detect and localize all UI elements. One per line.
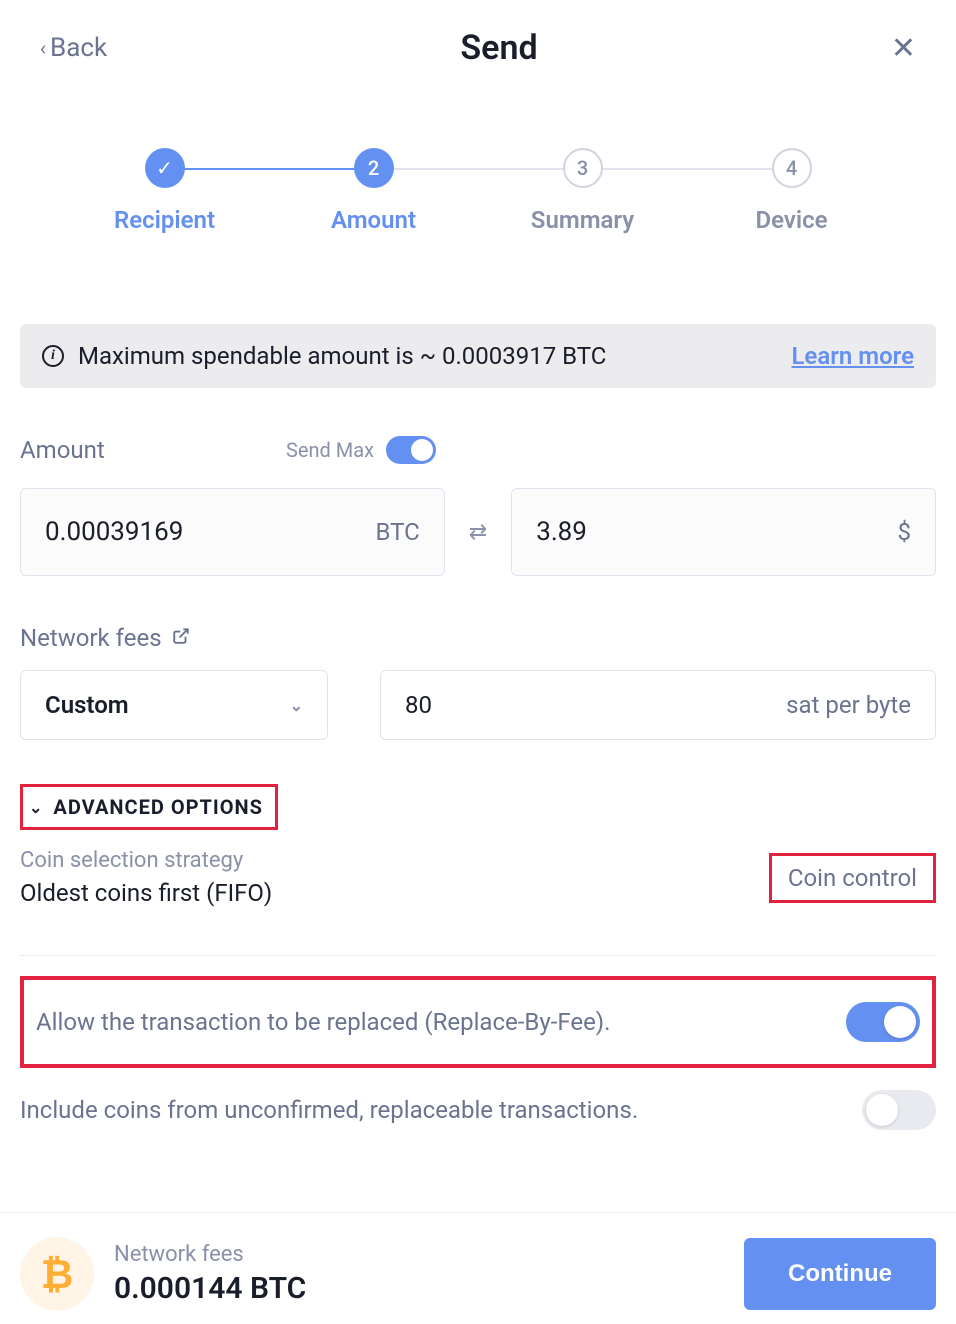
swap-icon[interactable]: ⇄ (469, 520, 487, 545)
close-button[interactable]: ✕ (891, 31, 916, 66)
footer-fees-value: 0.000144 BTC (114, 1271, 306, 1306)
step-amount[interactable]: 2 Amount (269, 148, 478, 234)
back-button[interactable]: ‹ Back (40, 33, 107, 63)
advanced-options-label: ADVANCED OPTIONS (53, 795, 263, 819)
step-line (583, 168, 792, 170)
coin-strategy-label: Coin selection strategy (20, 848, 272, 873)
unconfirmed-option-row: Include coins from unconfirmed, replacea… (20, 1068, 936, 1152)
step-circle: 3 (563, 148, 603, 188)
step-circle: 4 (772, 148, 812, 188)
network-fees-label: Network fees (20, 624, 162, 652)
back-label: Back (50, 33, 107, 63)
fee-rate-input[interactable]: 80 sat per byte (380, 670, 936, 740)
unconfirmed-label: Include coins from unconfirmed, replacea… (20, 1096, 638, 1124)
fee-preset-select[interactable]: Custom ⌄ (20, 670, 328, 740)
bitcoin-icon: ₿ (20, 1237, 94, 1311)
divider (20, 955, 936, 956)
chevron-left-icon: ‹ (40, 36, 46, 60)
rbf-label: Allow the transaction to be replaced (Re… (36, 1008, 610, 1036)
rbf-toggle[interactable] (846, 1002, 920, 1042)
step-line (374, 168, 583, 170)
learn-more-link[interactable]: Learn more (791, 342, 914, 370)
close-icon: ✕ (891, 31, 916, 66)
step-circle-checkmark-icon: ✓ (145, 148, 185, 188)
toggle-knob (866, 1094, 898, 1126)
chevron-down-icon: ⌄ (290, 696, 303, 715)
send-max-toggle[interactable] (386, 436, 436, 464)
external-link-icon[interactable] (172, 627, 190, 649)
fee-rate-value: 80 (405, 691, 432, 719)
step-device: 4 Device (687, 148, 896, 234)
info-text: Maximum spendable amount is ~ 0.0003917 … (78, 342, 606, 370)
rbf-option-row: Allow the transaction to be replaced (Re… (36, 980, 920, 1064)
step-label: Amount (331, 206, 416, 234)
coin-control-button[interactable]: Coin control (769, 853, 936, 903)
step-summary: 3 Summary (478, 148, 687, 234)
step-circle: 2 (354, 148, 394, 188)
crypto-unit: BTC (376, 518, 420, 546)
stepper: ✓ Recipient 2 Amount 3 Summary 4 Device (0, 68, 956, 234)
fee-preset-value: Custom (45, 691, 129, 719)
amount-crypto-input[interactable]: 0.00039169 BTC (20, 488, 445, 576)
send-max-label: Send Max (286, 438, 374, 462)
info-icon: i (42, 345, 64, 367)
step-label: Summary (531, 206, 634, 234)
coin-strategy-value: Oldest coins first (FIFO) (20, 879, 272, 907)
page-title: Send (460, 28, 537, 68)
crypto-value: 0.00039169 (45, 517, 183, 547)
step-line (165, 168, 374, 170)
toggle-knob (411, 439, 433, 461)
fee-rate-unit: sat per byte (786, 691, 911, 719)
advanced-options-toggle[interactable]: ⌄ ADVANCED OPTIONS (20, 784, 278, 830)
step-recipient[interactable]: ✓ Recipient (60, 148, 269, 234)
amount-label: Amount (20, 436, 105, 464)
step-label: Recipient (114, 206, 215, 234)
footer-fees-label: Network fees (114, 1242, 306, 1267)
continue-button[interactable]: Continue (744, 1238, 936, 1310)
step-label: Device (755, 206, 827, 234)
fiat-value: 3.89 (536, 517, 587, 547)
fiat-unit: $ (898, 518, 912, 546)
info-banner: i Maximum spendable amount is ~ 0.000391… (20, 324, 936, 388)
toggle-knob (884, 1006, 916, 1038)
chevron-down-icon: ⌄ (29, 798, 43, 817)
unconfirmed-toggle[interactable] (862, 1090, 936, 1130)
amount-fiat-input[interactable]: 3.89 $ (511, 488, 936, 576)
